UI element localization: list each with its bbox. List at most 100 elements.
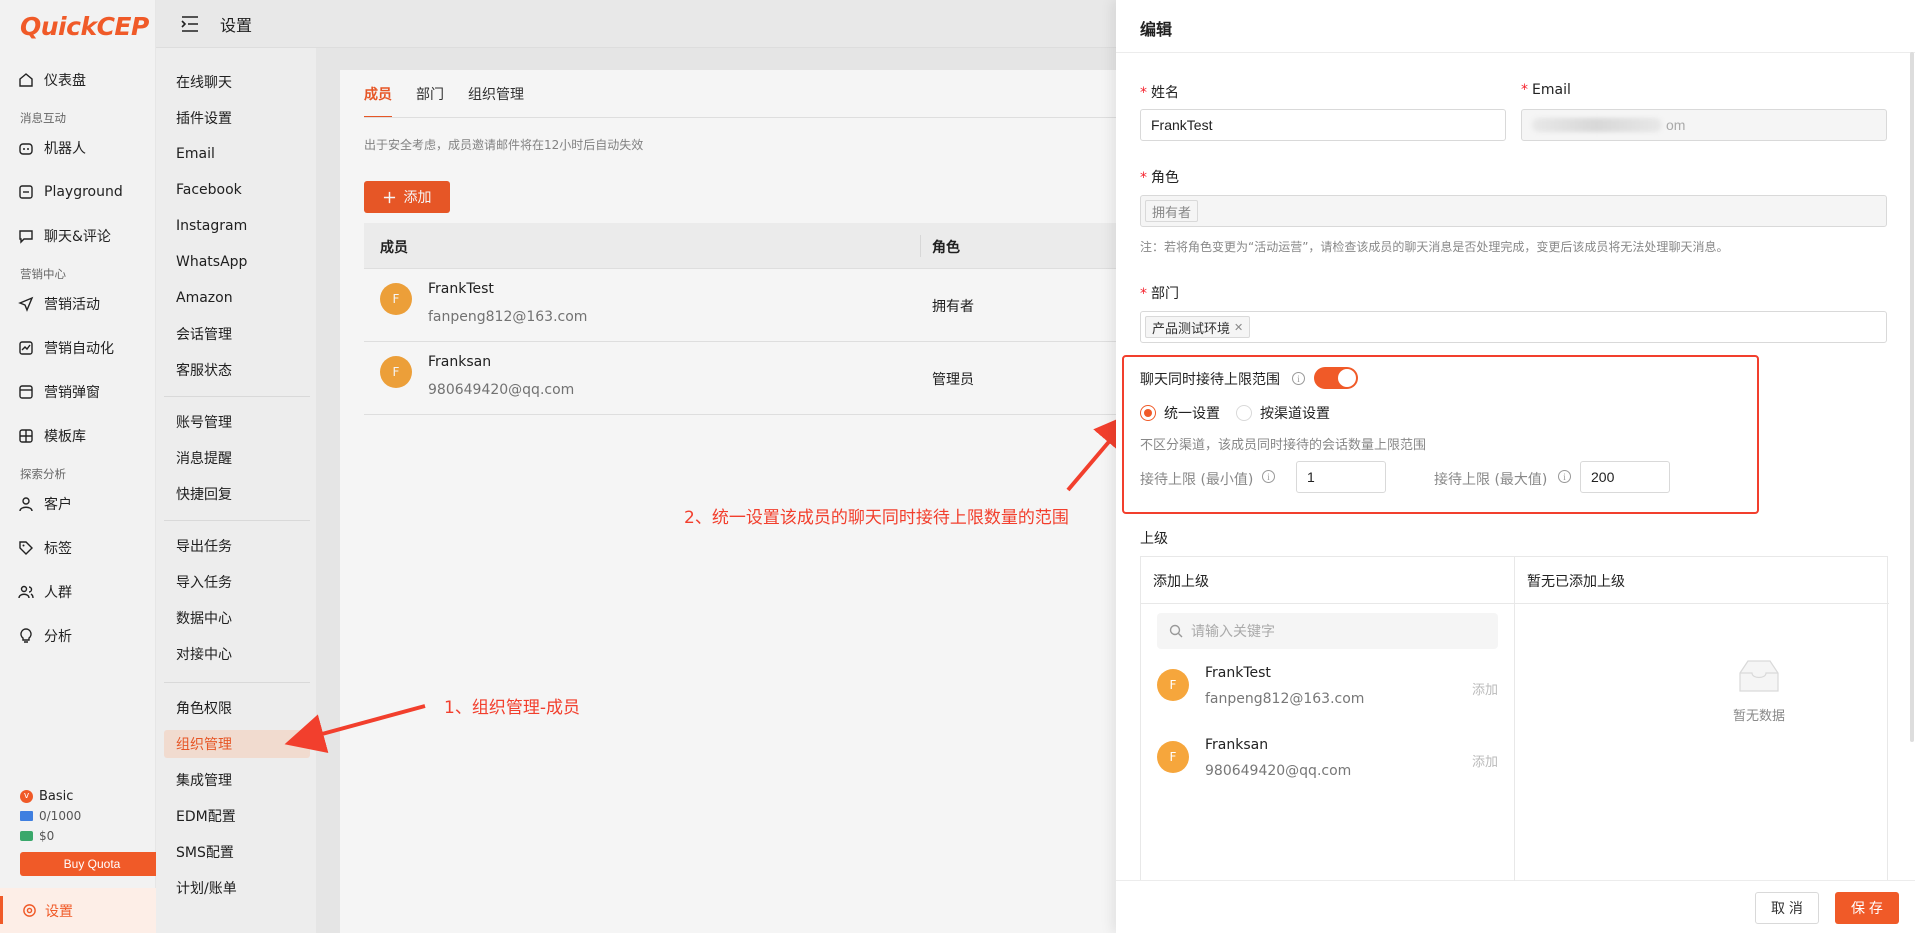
annotation-step2: 2、统一设置该成员的聊天同时接待上限数量的范围 — [684, 508, 1069, 528]
invite-notice: 出于安全考虑，成员邀请邮件将在12小时后自动失效 — [364, 138, 644, 152]
empty-text: 暂无数据 — [1732, 709, 1785, 724]
department-tag[interactable]: 产品测试环境 ✕ — [1145, 316, 1251, 338]
buy-quota-button[interactable]: Buy Quota — [20, 852, 164, 876]
submenu-item-instagram[interactable]: Instagram — [164, 212, 310, 240]
department-select[interactable]: 产品测试环境 ✕ — [1140, 311, 1887, 343]
candidate-email: 980649420@qq.com — [1205, 763, 1352, 779]
nav-item-audience[interactable]: 人群 — [18, 580, 72, 604]
submenu-item-facebook[interactable]: Facebook — [164, 176, 310, 204]
add-superior-button[interactable]: 添加 — [1472, 751, 1498, 770]
members-table-header: 成员 角色 — [364, 223, 1116, 269]
blurred-email — [1532, 118, 1662, 132]
submenu-item-import[interactable]: 导入任务 — [164, 568, 310, 596]
no-superior-header: 暂无已添加上级 — [1527, 574, 1625, 590]
submenu-item-accounts[interactable]: 账号管理 — [164, 408, 310, 436]
nav-item-automation[interactable]: 营销自动化 — [18, 336, 114, 360]
quota-count: 0/1000 — [39, 809, 82, 823]
drawer-scrollbar[interactable] — [1910, 52, 1914, 742]
nav-item-chat[interactable]: 聊天&评论 — [18, 224, 111, 248]
plus-icon — [383, 191, 395, 203]
member-email: fanpeng812@163.com — [428, 309, 588, 325]
submenu-item-plugin[interactable]: 插件设置 — [164, 104, 310, 132]
tab-org-management[interactable]: 组织管理 — [468, 70, 524, 118]
close-icon[interactable]: ✕ — [1234, 321, 1243, 334]
superior-label: 上级 — [1140, 531, 1168, 547]
submenu-item-notifications[interactable]: 消息提醒 — [164, 444, 310, 472]
submenu-item-edm[interactable]: EDM配置 — [164, 802, 310, 830]
panel-header-divider — [1141, 603, 1889, 604]
save-button[interactable]: 保 存 — [1835, 892, 1899, 924]
avatar: F — [1157, 669, 1189, 701]
member-email: 980649420@qq.com — [428, 382, 575, 398]
drawer-header-divider — [1116, 52, 1915, 53]
plan-name: Basic — [39, 788, 74, 804]
submenu-item-amazon[interactable]: Amazon — [164, 284, 310, 312]
tab-departments[interactable]: 部门 — [416, 70, 444, 118]
nav-item-templates[interactable]: 模板库 — [18, 424, 86, 448]
submenu-item-data-center[interactable]: 数据中心 — [164, 604, 310, 632]
members-card: 成员 部门 组织管理 出于安全考虑，成员邀请邮件将在12小时后自动失效 添加 成… — [340, 70, 1116, 933]
submenu-item-roles[interactable]: 角色权限 — [164, 694, 310, 722]
role-note: 注：若将角色变更为“活动运营”，请检查该成员的聊天消息是否处理完成，变更后该成员… — [1140, 240, 1729, 254]
template-icon — [19, 429, 33, 443]
submenu-item-billing[interactable]: 计划/账单 — [164, 874, 310, 902]
home-icon — [19, 73, 33, 87]
submenu-item-whatsapp[interactable]: WhatsApp — [164, 248, 310, 276]
superior-search-input[interactable]: 请输入关键字 — [1157, 613, 1498, 649]
submenu-item-integrations[interactable]: 集成管理 — [164, 766, 310, 794]
gear-icon — [23, 904, 36, 917]
playground-icon — [19, 185, 33, 199]
submenu-item-email[interactable]: Email — [164, 140, 310, 168]
nav-item-playground[interactable]: Playground — [18, 180, 123, 204]
role-label: * 角色 — [1140, 170, 1179, 186]
add-superior-button[interactable]: 添加 — [1472, 679, 1498, 698]
column-header-member: 成员 — [380, 240, 408, 256]
cancel-button[interactable]: 取 消 — [1755, 892, 1819, 924]
column-header-role: 角色 — [932, 240, 960, 256]
submenu-item-export[interactable]: 导出任务 — [164, 532, 310, 560]
popup-icon — [19, 385, 33, 399]
plan-badge-icon: v — [20, 789, 33, 803]
nav-item-tags[interactable]: 标签 — [18, 536, 72, 560]
plan-info: v Basic 0/1000 $0 — [20, 786, 81, 846]
nav-item-campaign[interactable]: 营销活动 — [18, 292, 100, 316]
app-logo[interactable]: QuickCEP — [20, 12, 149, 41]
member-name: FrankTest — [428, 281, 494, 297]
nav-item-robot[interactable]: 机器人 — [18, 136, 86, 160]
nav-item-settings[interactable]: 设置 — [0, 888, 156, 933]
nav-item-popup[interactable]: 营销弹窗 — [18, 380, 100, 404]
menu-fold-icon[interactable] — [180, 15, 200, 33]
submenu-item-sms[interactable]: SMS配置 — [164, 838, 310, 866]
superior-transfer-panel: 添加上级 暂无已添加上级 请输入关键字 F FrankTest fanpeng8… — [1140, 556, 1889, 881]
table-row[interactable]: F Franksan 980649420@qq.com 管理员 — [364, 342, 1116, 415]
tab-members[interactable]: 成员 — [364, 70, 392, 118]
submenu-divider — [164, 396, 310, 397]
submenu-item-live-chat[interactable]: 在线聊天 — [164, 68, 310, 96]
wallet-icon — [20, 831, 33, 841]
group-icon — [18, 585, 34, 599]
empty-inbox-icon — [1739, 660, 1779, 692]
top-header: 设置 — [156, 0, 1116, 48]
user-icon — [19, 497, 33, 512]
nav-item-analytics[interactable]: 分析 — [18, 624, 72, 648]
send-icon — [18, 296, 34, 312]
add-member-button[interactable]: 添加 — [364, 181, 450, 213]
nav-item-customers[interactable]: 客户 — [18, 492, 72, 516]
submenu-item-integration-center[interactable]: 对接中心 — [164, 640, 310, 668]
name-input[interactable]: FrankTest — [1140, 109, 1506, 141]
left-nav: QuickCEP 仪表盘 消息互动 机器人 Playground 聊天&评论 营… — [0, 0, 164, 933]
list-item: F Franksan 980649420@qq.com 添加 — [1157, 731, 1498, 791]
submenu-item-sessions[interactable]: 会话管理 — [164, 320, 310, 348]
nav-section-marketing: 营销中心 — [20, 267, 66, 281]
bulb-icon — [20, 628, 32, 643]
org-tabs: 成员 部门 组织管理 — [364, 70, 524, 118]
nav-section-messaging: 消息互动 — [20, 111, 66, 125]
nav-item-dashboard[interactable]: 仪表盘 — [18, 68, 86, 92]
avatar: F — [1157, 741, 1189, 773]
submenu-item-org-management[interactable]: 组织管理 — [164, 730, 310, 758]
annotation-highlight-box — [1122, 355, 1759, 514]
table-row[interactable]: F FrankTest fanpeng812@163.com 拥有者 — [364, 269, 1116, 342]
submenu-item-quick-reply[interactable]: 快捷回复 — [164, 480, 310, 508]
search-icon — [1169, 624, 1183, 638]
submenu-item-agent-status[interactable]: 客服状态 — [164, 356, 310, 384]
